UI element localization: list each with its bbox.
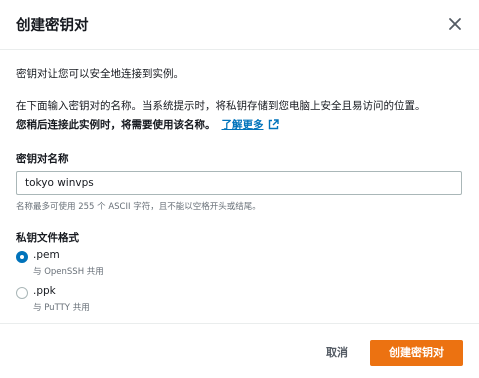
instruction-bold-text: 您稍后连接此实例时，将需要使用该名称。 bbox=[16, 119, 216, 131]
create-key-pair-button[interactable]: 创建密钥对 bbox=[370, 340, 463, 366]
key-pair-name-input[interactable] bbox=[16, 171, 462, 195]
radio-unselected-icon[interactable] bbox=[16, 287, 28, 299]
option-desc-pem: 与 OpenSSH 共用 bbox=[33, 267, 104, 277]
option-label-ppk: .ppk bbox=[33, 285, 56, 297]
external-link-icon[interactable] bbox=[268, 119, 279, 136]
close-icon[interactable] bbox=[445, 14, 465, 34]
radio-selected-icon[interactable] bbox=[16, 251, 28, 263]
file-format-label: 私钥文件格式 bbox=[16, 232, 79, 244]
instruction-bold-line: 您稍后连接此实例时，将需要使用该名称。 了解更多 bbox=[16, 117, 279, 136]
learn-more-link[interactable]: 了解更多 bbox=[222, 119, 264, 131]
instruction-text: 在下面输入密钥对的名称。当系统提示时，将私钥存储到您电脑上安全且易访问的位置。 bbox=[16, 100, 426, 112]
create-key-pair-dialog: 创建密钥对 密钥对让您可以安全地连接到实例。 在下面输入密钥对的名称。当系统提示… bbox=[0, 0, 479, 378]
radio-option-pem[interactable]: .pem 与 OpenSSH 共用 bbox=[16, 249, 216, 279]
intro-text: 密钥对让您可以安全地连接到实例。 bbox=[16, 68, 184, 80]
option-label-pem: .pem bbox=[33, 249, 60, 261]
cancel-button[interactable]: 取消 bbox=[312, 340, 362, 366]
key-pair-name-label: 密钥对名称 bbox=[16, 153, 69, 165]
option-desc-ppk: 与 PuTTY 共用 bbox=[33, 303, 90, 313]
key-pair-name-hint: 名称最多可使用 255 个 ASCII 字符，且不能以空格开头或结尾。 bbox=[16, 202, 261, 212]
dialog-header: 创建密钥对 bbox=[0, 0, 479, 50]
dialog-title: 创建密钥对 bbox=[16, 18, 89, 34]
radio-option-ppk[interactable]: .ppk 与 PuTTY 共用 bbox=[16, 285, 216, 315]
dialog-footer: 取消 创建密钥对 bbox=[0, 323, 479, 378]
